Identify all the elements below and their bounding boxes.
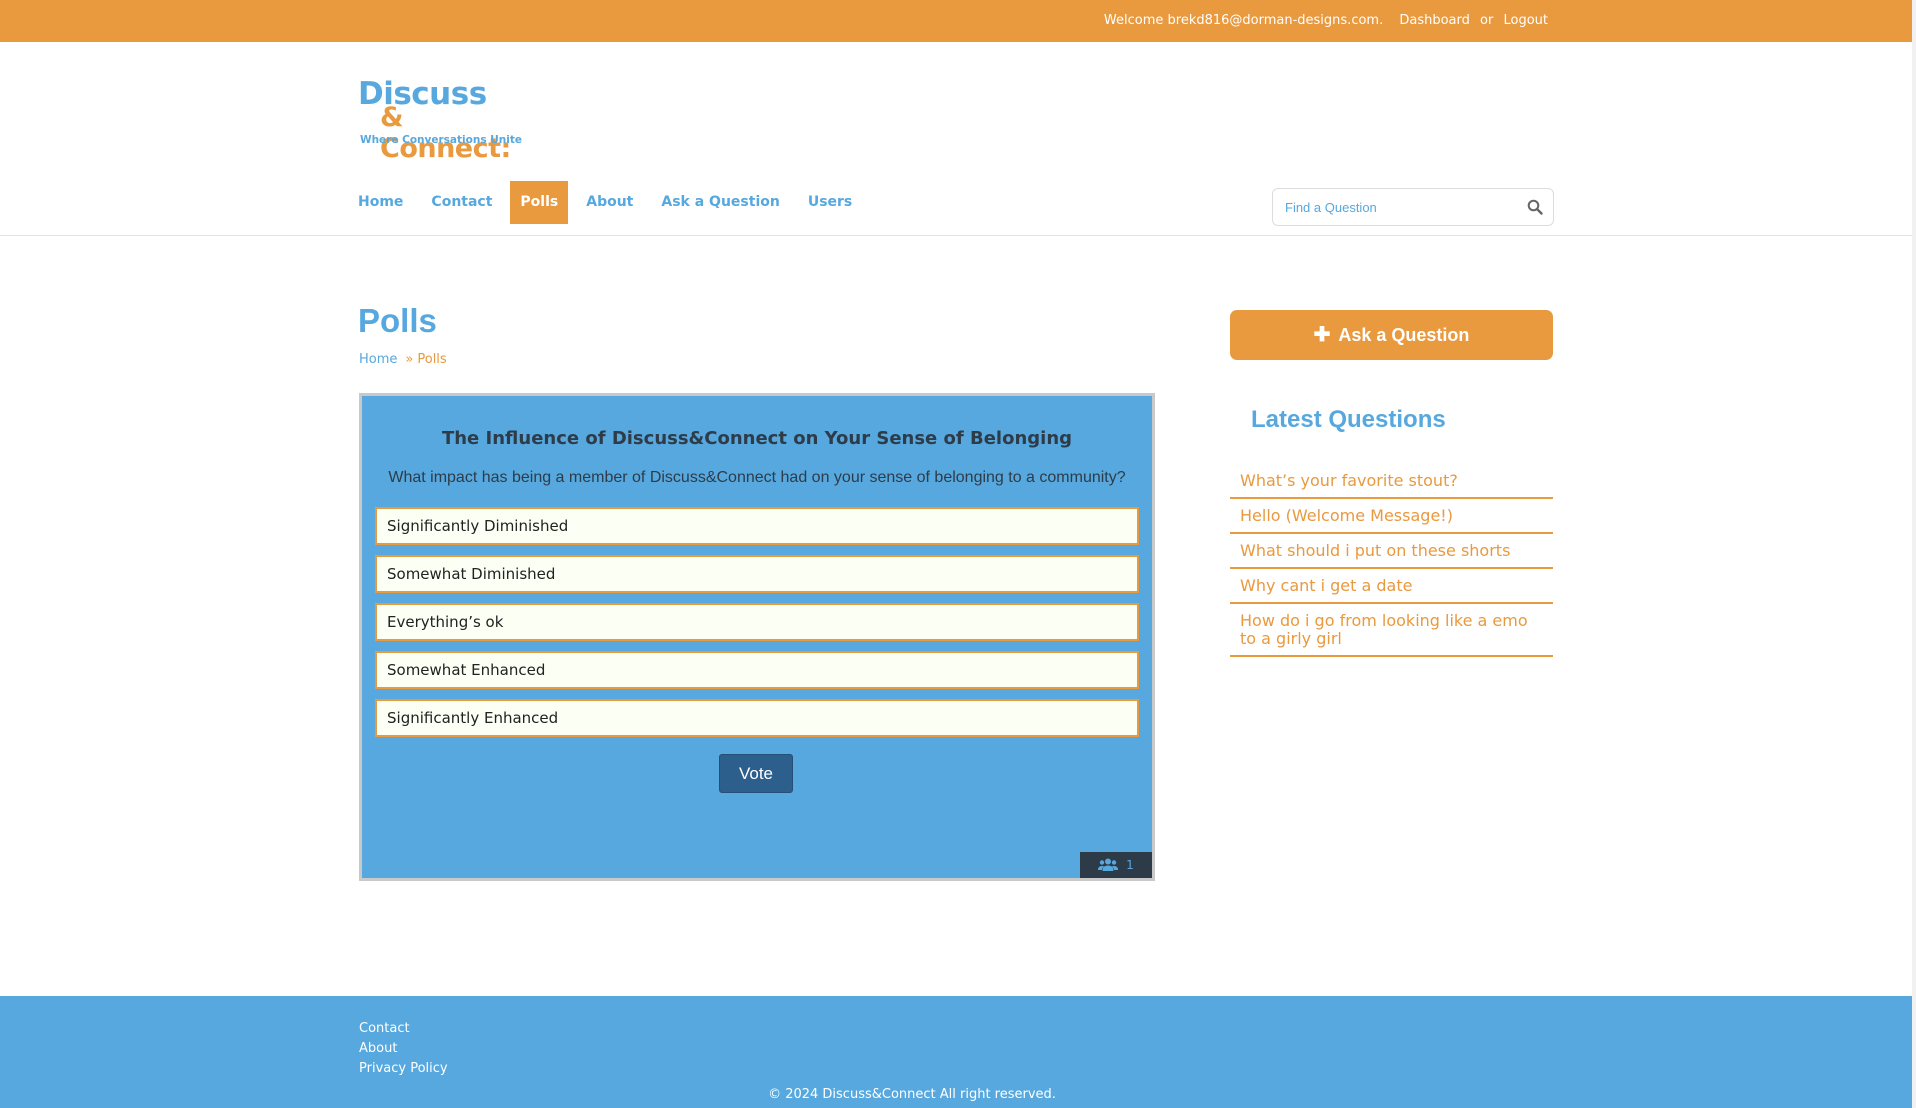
poll-title: The Influence of Discuss&Connect on Your… bbox=[441, 428, 1073, 449]
ask-a-question-button[interactable]: ✚ Ask a Question bbox=[1230, 310, 1553, 360]
search-icon[interactable] bbox=[1527, 199, 1543, 215]
poll-option-somewhat-diminished[interactable]: Somewhat Diminished bbox=[375, 555, 1139, 593]
or-text: or bbox=[1480, 13, 1494, 28]
poll-option-everythings-ok[interactable]: Everything’s ok bbox=[375, 603, 1139, 641]
nav-item-contact[interactable]: Contact bbox=[421, 181, 502, 224]
breadcrumb: Home » Polls bbox=[359, 352, 447, 367]
main-nav: Home Contact Polls About Ask a Question … bbox=[348, 181, 870, 224]
nav-item-home[interactable]: Home bbox=[348, 181, 413, 224]
footer-link-privacy-policy[interactable]: Privacy Policy bbox=[359, 1059, 448, 1079]
footer-links: Contact About Privacy Policy bbox=[359, 1019, 448, 1079]
plus-icon: ✚ bbox=[1313, 324, 1331, 346]
search-box bbox=[1272, 188, 1554, 226]
logo-line-2: & Connect: bbox=[380, 102, 511, 164]
header-divider bbox=[0, 235, 1912, 236]
breadcrumb-current: Polls bbox=[417, 352, 447, 367]
voter-count-badge: 1 bbox=[1080, 852, 1152, 878]
welcome-message: Welcome brekd816@dorman-designs.com. Das… bbox=[1104, 13, 1548, 28]
latest-question-item[interactable]: Hello (Welcome Message!) bbox=[1230, 499, 1553, 534]
poll-card: The Influence of Discuss&Connect on Your… bbox=[359, 393, 1155, 881]
logout-link[interactable]: Logout bbox=[1503, 13, 1548, 28]
vote-button[interactable]: Vote bbox=[719, 754, 793, 793]
latest-question-item[interactable]: What’s your favorite stout? bbox=[1230, 464, 1553, 499]
footer-link-about[interactable]: About bbox=[359, 1039, 448, 1059]
poll-option-significantly-enhanced[interactable]: Significantly Enhanced bbox=[375, 699, 1139, 737]
search-input[interactable] bbox=[1285, 197, 1515, 217]
poll-question: What impact has being a member of Discus… bbox=[388, 469, 1126, 486]
top-bar: Welcome brekd816@dorman-designs.com. Das… bbox=[0, 0, 1912, 42]
nav-item-polls[interactable]: Polls bbox=[510, 181, 569, 224]
page-title: Polls bbox=[358, 302, 437, 339]
voter-count: 1 bbox=[1126, 858, 1134, 872]
footer: Contact About Privacy Policy © 2024 Disc… bbox=[0, 996, 1912, 1108]
latest-question-item[interactable]: How do i go from looking like a emo to a… bbox=[1230, 604, 1553, 657]
site-logo[interactable]: Discuss & Connect: Where Conversations U… bbox=[358, 76, 538, 164]
latest-questions-list: What’s your favorite stout? Hello (Welco… bbox=[1230, 464, 1553, 657]
breadcrumb-separator: » bbox=[405, 352, 414, 367]
dashboard-link[interactable]: Dashboard bbox=[1399, 13, 1470, 28]
welcome-text: Welcome brekd816@dorman-designs.com. bbox=[1103, 13, 1384, 28]
nav-item-users[interactable]: Users bbox=[798, 181, 862, 224]
breadcrumb-home[interactable]: Home bbox=[359, 352, 397, 367]
latest-question-item[interactable]: What should i put on these shorts bbox=[1230, 534, 1553, 569]
page: Welcome brekd816@dorman-designs.com. Das… bbox=[0, 0, 1916, 1108]
users-icon bbox=[1098, 858, 1126, 872]
nav-item-about[interactable]: About bbox=[576, 181, 643, 224]
nav-item-ask-a-question[interactable]: Ask a Question bbox=[651, 181, 789, 224]
ask-button-label: Ask a Question bbox=[1338, 325, 1470, 345]
logo-tagline: Where Conversations Unite bbox=[360, 134, 522, 146]
poll-option-significantly-diminished[interactable]: Significantly Diminished bbox=[375, 507, 1139, 545]
latest-questions-heading: Latest Questions bbox=[1251, 406, 1446, 433]
copyright-text: © 2024 Discuss&Connect All right reserve… bbox=[768, 1087, 1056, 1102]
footer-link-contact[interactable]: Contact bbox=[359, 1019, 448, 1039]
poll-option-somewhat-enhanced[interactable]: Somewhat Enhanced bbox=[375, 651, 1139, 689]
latest-question-item[interactable]: Why cant i get a date bbox=[1230, 569, 1553, 604]
scrollbar[interactable] bbox=[1912, 0, 1916, 1108]
